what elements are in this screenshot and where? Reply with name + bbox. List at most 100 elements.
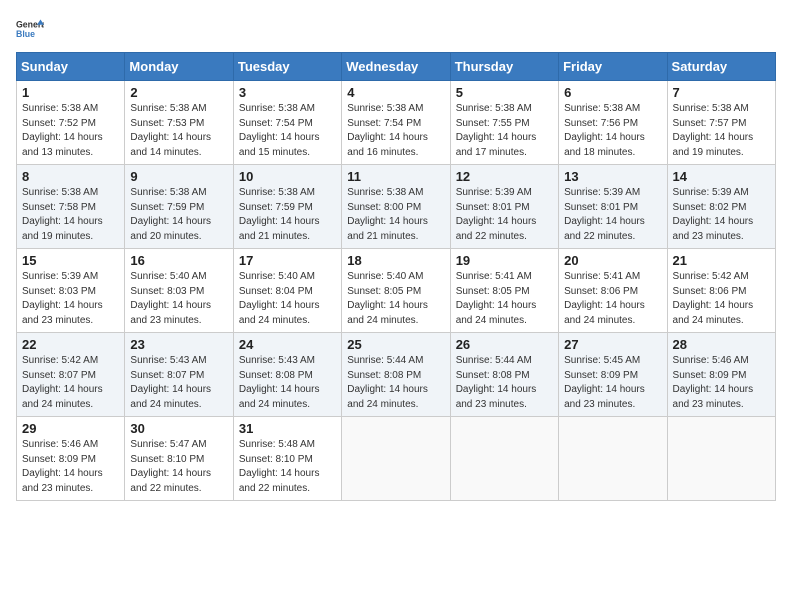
calendar-cell: 28 Sunrise: 5:46 AM Sunset: 8:09 PM Dayli…: [667, 333, 775, 417]
day-number: 8: [22, 169, 119, 184]
day-info: Sunrise: 5:44 AM Sunset: 8:08 PM Dayligh…: [347, 354, 444, 412]
day-number: 16: [130, 253, 227, 268]
calendar-week-1: 1 Sunrise: 5:38 AM Sunset: 7:52 PM Daylig…: [17, 81, 776, 165]
day-info: Sunrise: 5:38 AM Sunset: 7:55 PM Dayligh…: [456, 102, 553, 160]
day-info: Sunrise: 5:38 AM Sunset: 7:54 PM Dayligh…: [347, 102, 444, 160]
day-number: 19: [456, 253, 553, 268]
calendar-week-5: 29 Sunrise: 5:46 AM Sunset: 8:09 PM Dayli…: [17, 417, 776, 501]
day-info: Sunrise: 5:43 AM Sunset: 8:08 PM Dayligh…: [239, 354, 336, 412]
calendar-cell: 4 Sunrise: 5:38 AM Sunset: 7:54 PM Daylig…: [342, 81, 450, 165]
calendar-cell: 3 Sunrise: 5:38 AM Sunset: 7:54 PM Daylig…: [233, 81, 341, 165]
header-thursday: Thursday: [450, 53, 558, 81]
calendar-cell: 7 Sunrise: 5:38 AM Sunset: 7:57 PM Daylig…: [667, 81, 775, 165]
day-number: 31: [239, 421, 336, 436]
day-number: 2: [130, 85, 227, 100]
page-header: General Blue: [16, 16, 776, 44]
day-number: 27: [564, 337, 661, 352]
day-number: 25: [347, 337, 444, 352]
day-info: Sunrise: 5:40 AM Sunset: 8:03 PM Dayligh…: [130, 270, 227, 328]
calendar-cell: 30 Sunrise: 5:47 AM Sunset: 8:10 PM Dayli…: [125, 417, 233, 501]
day-number: 9: [130, 169, 227, 184]
calendar-cell: 11Sunrise: 5:38 AM Sunset: 8:00 PM Dayli…: [342, 165, 450, 249]
day-info: Sunrise: 5:45 AM Sunset: 8:09 PM Dayligh…: [564, 354, 661, 412]
day-info: Sunrise: 5:38 AM Sunset: 7:56 PM Dayligh…: [564, 102, 661, 160]
calendar-cell: 9 Sunrise: 5:38 AM Sunset: 7:59 PM Daylig…: [125, 165, 233, 249]
calendar-cell: 6Sunrise: 5:38 AM Sunset: 7:56 PM Daylig…: [559, 81, 667, 165]
day-number: 15: [22, 253, 119, 268]
calendar-cell: 25 Sunrise: 5:44 AM Sunset: 8:08 PM Dayli…: [342, 333, 450, 417]
day-info: Sunrise: 5:38 AM Sunset: 7:57 PM Dayligh…: [673, 102, 770, 160]
day-info: Sunrise: 5:42 AM Sunset: 8:07 PM Dayligh…: [22, 354, 119, 412]
day-info: Sunrise: 5:46 AM Sunset: 8:09 PM Dayligh…: [22, 438, 119, 496]
calendar-cell: 17 Sunrise: 5:40 AM Sunset: 8:04 PM Dayli…: [233, 249, 341, 333]
calendar-cell: 13Sunrise: 5:39 AM Sunset: 8:01 PM Dayli…: [559, 165, 667, 249]
calendar-week-3: 15 Sunrise: 5:39 AM Sunset: 8:03 PM Dayli…: [17, 249, 776, 333]
day-info: Sunrise: 5:44 AM Sunset: 8:08 PM Dayligh…: [456, 354, 553, 412]
calendar-cell: [342, 417, 450, 501]
day-number: 28: [673, 337, 770, 352]
header-friday: Friday: [559, 53, 667, 81]
calendar-cell: 8 Sunrise: 5:38 AM Sunset: 7:58 PM Daylig…: [17, 165, 125, 249]
day-info: Sunrise: 5:38 AM Sunset: 7:52 PM Dayligh…: [22, 102, 119, 160]
calendar-cell: 16 Sunrise: 5:40 AM Sunset: 8:03 PM Dayli…: [125, 249, 233, 333]
day-number: 21: [673, 253, 770, 268]
day-number: 29: [22, 421, 119, 436]
calendar-cell: 21 Sunrise: 5:42 AM Sunset: 8:06 PM Dayli…: [667, 249, 775, 333]
day-info: Sunrise: 5:39 AM Sunset: 8:02 PM Dayligh…: [673, 186, 770, 244]
calendar-cell: 18 Sunrise: 5:40 AM Sunset: 8:05 PM Dayli…: [342, 249, 450, 333]
svg-text:Blue: Blue: [16, 29, 35, 39]
calendar-cell: 2 Sunrise: 5:38 AM Sunset: 7:53 PM Daylig…: [125, 81, 233, 165]
calendar-cell: 14 Sunrise: 5:39 AM Sunset: 8:02 PM Dayli…: [667, 165, 775, 249]
day-number: 5: [456, 85, 553, 100]
day-info: Sunrise: 5:38 AM Sunset: 7:59 PM Dayligh…: [239, 186, 336, 244]
calendar-cell: 31Sunrise: 5:48 AM Sunset: 8:10 PM Dayli…: [233, 417, 341, 501]
calendar-cell: 26Sunrise: 5:44 AM Sunset: 8:08 PM Dayli…: [450, 333, 558, 417]
calendar-cell: [559, 417, 667, 501]
calendar-table: SundayMondayTuesdayWednesdayThursdayFrid…: [16, 52, 776, 501]
header-tuesday: Tuesday: [233, 53, 341, 81]
day-number: 7: [673, 85, 770, 100]
day-number: 12: [456, 169, 553, 184]
calendar-cell: 10Sunrise: 5:38 AM Sunset: 7:59 PM Dayli…: [233, 165, 341, 249]
calendar-week-4: 22 Sunrise: 5:42 AM Sunset: 8:07 PM Dayli…: [17, 333, 776, 417]
calendar-cell: 15 Sunrise: 5:39 AM Sunset: 8:03 PM Dayli…: [17, 249, 125, 333]
logo: General Blue: [16, 16, 44, 44]
day-info: Sunrise: 5:38 AM Sunset: 7:53 PM Dayligh…: [130, 102, 227, 160]
day-info: Sunrise: 5:38 AM Sunset: 7:58 PM Dayligh…: [22, 186, 119, 244]
day-number: 14: [673, 169, 770, 184]
day-info: Sunrise: 5:43 AM Sunset: 8:07 PM Dayligh…: [130, 354, 227, 412]
day-info: Sunrise: 5:39 AM Sunset: 8:01 PM Dayligh…: [456, 186, 553, 244]
day-number: 24: [239, 337, 336, 352]
day-number: 30: [130, 421, 227, 436]
day-info: Sunrise: 5:38 AM Sunset: 7:54 PM Dayligh…: [239, 102, 336, 160]
day-info: Sunrise: 5:40 AM Sunset: 8:04 PM Dayligh…: [239, 270, 336, 328]
day-info: Sunrise: 5:47 AM Sunset: 8:10 PM Dayligh…: [130, 438, 227, 496]
day-number: 22: [22, 337, 119, 352]
day-info: Sunrise: 5:41 AM Sunset: 8:05 PM Dayligh…: [456, 270, 553, 328]
day-info: Sunrise: 5:38 AM Sunset: 8:00 PM Dayligh…: [347, 186, 444, 244]
header-sunday: Sunday: [17, 53, 125, 81]
day-info: Sunrise: 5:38 AM Sunset: 7:59 PM Dayligh…: [130, 186, 227, 244]
day-number: 17: [239, 253, 336, 268]
calendar-cell: 1 Sunrise: 5:38 AM Sunset: 7:52 PM Daylig…: [17, 81, 125, 165]
day-info: Sunrise: 5:46 AM Sunset: 8:09 PM Dayligh…: [673, 354, 770, 412]
header-monday: Monday: [125, 53, 233, 81]
calendar-cell: [667, 417, 775, 501]
day-info: Sunrise: 5:41 AM Sunset: 8:06 PM Dayligh…: [564, 270, 661, 328]
day-info: Sunrise: 5:40 AM Sunset: 8:05 PM Dayligh…: [347, 270, 444, 328]
header-wednesday: Wednesday: [342, 53, 450, 81]
calendar-week-2: 8 Sunrise: 5:38 AM Sunset: 7:58 PM Daylig…: [17, 165, 776, 249]
calendar-cell: 20Sunrise: 5:41 AM Sunset: 8:06 PM Dayli…: [559, 249, 667, 333]
day-number: 1: [22, 85, 119, 100]
day-info: Sunrise: 5:39 AM Sunset: 8:03 PM Dayligh…: [22, 270, 119, 328]
calendar-cell: 22 Sunrise: 5:42 AM Sunset: 8:07 PM Dayli…: [17, 333, 125, 417]
day-number: 18: [347, 253, 444, 268]
day-info: Sunrise: 5:42 AM Sunset: 8:06 PM Dayligh…: [673, 270, 770, 328]
day-number: 23: [130, 337, 227, 352]
day-number: 4: [347, 85, 444, 100]
calendar-cell: 5 Sunrise: 5:38 AM Sunset: 7:55 PM Daylig…: [450, 81, 558, 165]
day-info: Sunrise: 5:39 AM Sunset: 8:01 PM Dayligh…: [564, 186, 661, 244]
calendar-cell: 29 Sunrise: 5:46 AM Sunset: 8:09 PM Dayli…: [17, 417, 125, 501]
calendar-cell: 12 Sunrise: 5:39 AM Sunset: 8:01 PM Dayli…: [450, 165, 558, 249]
day-number: 3: [239, 85, 336, 100]
